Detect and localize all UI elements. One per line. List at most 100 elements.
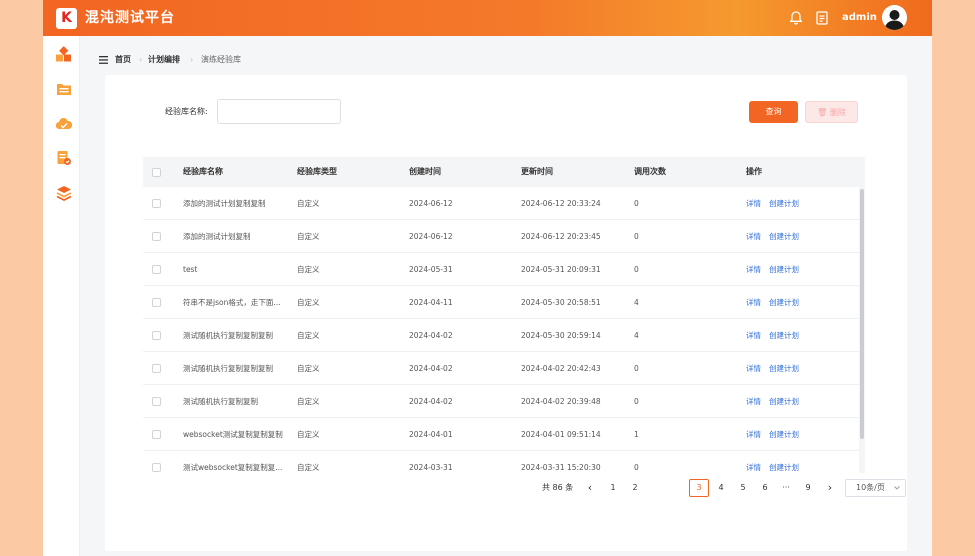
column-header-actions: 操作 (746, 167, 762, 176)
detail-link[interactable]: 详情 (746, 253, 761, 286)
cloud-check-icon[interactable] (55, 115, 73, 133)
table-row: 测试随机执行复制复制复制 自定义 2024-04-02 2024-04-02 2… (143, 352, 859, 385)
cell-name: 添加的测试计划复制复制 (183, 199, 266, 208)
table-row: 符串不是json格式，走下面... 自定义 2024-04-11 2024-05… (143, 286, 859, 319)
cell-created: 2024-04-01 (409, 430, 453, 439)
table-row: 添加的测试计划复制 自定义 2024-06-12 2024-06-12 20:2… (143, 220, 859, 253)
select-all-checkbox[interactable] (152, 168, 161, 177)
cell-type: 自定义 (297, 430, 320, 439)
row-checkbox[interactable] (152, 199, 161, 208)
row-checkbox[interactable] (152, 331, 161, 340)
pagination-page[interactable]: 5 (735, 479, 751, 497)
create-plan-link[interactable]: 创建计划 (769, 385, 799, 418)
pagination-page[interactable]: 9 (800, 479, 816, 497)
pagination-ellipsis[interactable]: ··· (778, 479, 794, 497)
table-scrollbar-thumb[interactable] (860, 189, 864, 439)
row-checkbox[interactable] (152, 265, 161, 274)
bell-icon[interactable] (788, 10, 804, 26)
column-header-name: 经验库名称 (183, 167, 223, 176)
cell-type: 自定义 (297, 331, 320, 340)
table-row: websocket测试复制复制复制 自定义 2024-04-01 2024-04… (143, 418, 859, 451)
detail-link[interactable]: 详情 (746, 352, 761, 385)
table-header: 经验库名称 经验库类型 创建时间 更新时间 调用次数 操作 (143, 157, 865, 187)
username[interactable]: admin (842, 11, 877, 25)
menu-icon[interactable] (99, 56, 108, 64)
folder-icon[interactable] (55, 80, 73, 98)
query-button[interactable]: 查询 (749, 101, 798, 123)
cell-calls: 0 (634, 463, 639, 472)
column-header-calls: 调用次数 (634, 167, 666, 176)
pagination-page[interactable]: 4 (713, 479, 729, 497)
detail-link[interactable]: 详情 (746, 385, 761, 418)
row-checkbox[interactable] (152, 364, 161, 373)
cell-name: 测试websocket复制复制复... (183, 463, 283, 472)
cell-calls: 0 (634, 232, 639, 241)
row-checkbox[interactable] (152, 463, 161, 472)
row-checkbox[interactable] (152, 430, 161, 439)
delete-button-label: 删除 (829, 108, 846, 117)
cell-created: 2024-06-12 (409, 199, 453, 208)
cell-name: test (183, 265, 198, 274)
cell-updated: 2024-04-02 20:42:43 (521, 364, 601, 373)
column-header-type: 经验库类型 (297, 167, 337, 176)
pagination-prev-button[interactable]: ‹ (583, 479, 597, 497)
user-avatar-icon (882, 5, 907, 30)
detail-link[interactable]: 详情 (746, 286, 761, 319)
document-icon[interactable] (814, 10, 830, 26)
breadcrumb-home[interactable]: 首页 (115, 53, 131, 67)
filter-name-input[interactable] (217, 99, 341, 124)
row-checkbox[interactable] (152, 397, 161, 406)
cell-calls: 0 (634, 199, 639, 208)
logo[interactable]: K (56, 8, 77, 29)
experience-library-table: 经验库名称 经验库类型 创建时间 更新时间 调用次数 操作 添加的测试计划复制复… (143, 157, 865, 473)
detail-link[interactable]: 详情 (746, 451, 761, 473)
create-plan-link[interactable]: 创建计划 (769, 352, 799, 385)
create-plan-link[interactable]: 创建计划 (769, 220, 799, 253)
layers-icon[interactable] (55, 184, 73, 202)
detail-link[interactable]: 详情 (746, 418, 761, 451)
detail-link[interactable]: 详情 (746, 220, 761, 253)
pagination-page[interactable]: 1 (605, 479, 621, 497)
table-scrollbar[interactable] (859, 187, 865, 473)
cubes-icon[interactable] (55, 46, 73, 64)
app-window: K 混沌测试平台 admin 首页 › 计划编排 › 演练经验库 经验库名称: … (43, 0, 932, 556)
pagination-total: 共 86 条 (542, 483, 574, 492)
cell-calls: 0 (634, 265, 639, 274)
cell-type: 自定义 (297, 364, 320, 373)
cell-created: 2024-04-11 (409, 298, 453, 307)
cell-name: 添加的测试计划复制 (183, 232, 251, 241)
cell-name: 测试随机执行复制复制复制 (183, 331, 273, 340)
cell-updated: 2024-06-12 20:23:45 (521, 232, 601, 241)
cell-name: 测试随机执行复制复制 (183, 397, 258, 406)
pagination-page-current[interactable]: 3 (689, 479, 709, 497)
table-row: 测试websocket复制复制复... 自定义 2024-03-31 2024-… (143, 451, 859, 473)
pagination-next-button[interactable]: › (823, 479, 837, 497)
cell-updated: 2024-05-30 20:58:51 (521, 298, 601, 307)
create-plan-link[interactable]: 创建计划 (769, 418, 799, 451)
detail-link[interactable]: 详情 (746, 187, 761, 220)
avatar[interactable] (882, 5, 907, 30)
detail-link[interactable]: 详情 (746, 319, 761, 352)
create-plan-link[interactable]: 创建计划 (769, 319, 799, 352)
page-size-select[interactable]: 10条/页 (845, 479, 906, 497)
table-row: 添加的测试计划复制复制 自定义 2024-06-12 2024-06-12 20… (143, 187, 859, 220)
pagination-page[interactable]: 2 (627, 479, 643, 497)
table-row: 测试随机执行复制复制复制 自定义 2024-04-02 2024-05-30 2… (143, 319, 859, 352)
create-plan-link[interactable]: 创建计划 (769, 451, 799, 473)
report-icon[interactable] (55, 149, 73, 167)
create-plan-link[interactable]: 创建计划 (769, 187, 799, 220)
cell-name: 符串不是json格式，走下面... (183, 298, 281, 307)
column-header-created: 创建时间 (409, 167, 441, 176)
delete-button[interactable]: 🗑 删除 (805, 101, 858, 123)
row-checkbox[interactable] (152, 232, 161, 241)
cell-calls: 4 (634, 331, 639, 340)
cell-calls: 0 (634, 397, 639, 406)
breadcrumb-current: 演练经验库 (201, 55, 241, 64)
app-title: 混沌测试平台 (85, 10, 175, 26)
create-plan-link[interactable]: 创建计划 (769, 286, 799, 319)
create-plan-link[interactable]: 创建计划 (769, 253, 799, 286)
cell-type: 自定义 (297, 397, 320, 406)
breadcrumb-plan-orchestration[interactable]: 计划编排 (148, 53, 180, 67)
row-checkbox[interactable] (152, 298, 161, 307)
pagination-page[interactable]: 6 (757, 479, 773, 497)
